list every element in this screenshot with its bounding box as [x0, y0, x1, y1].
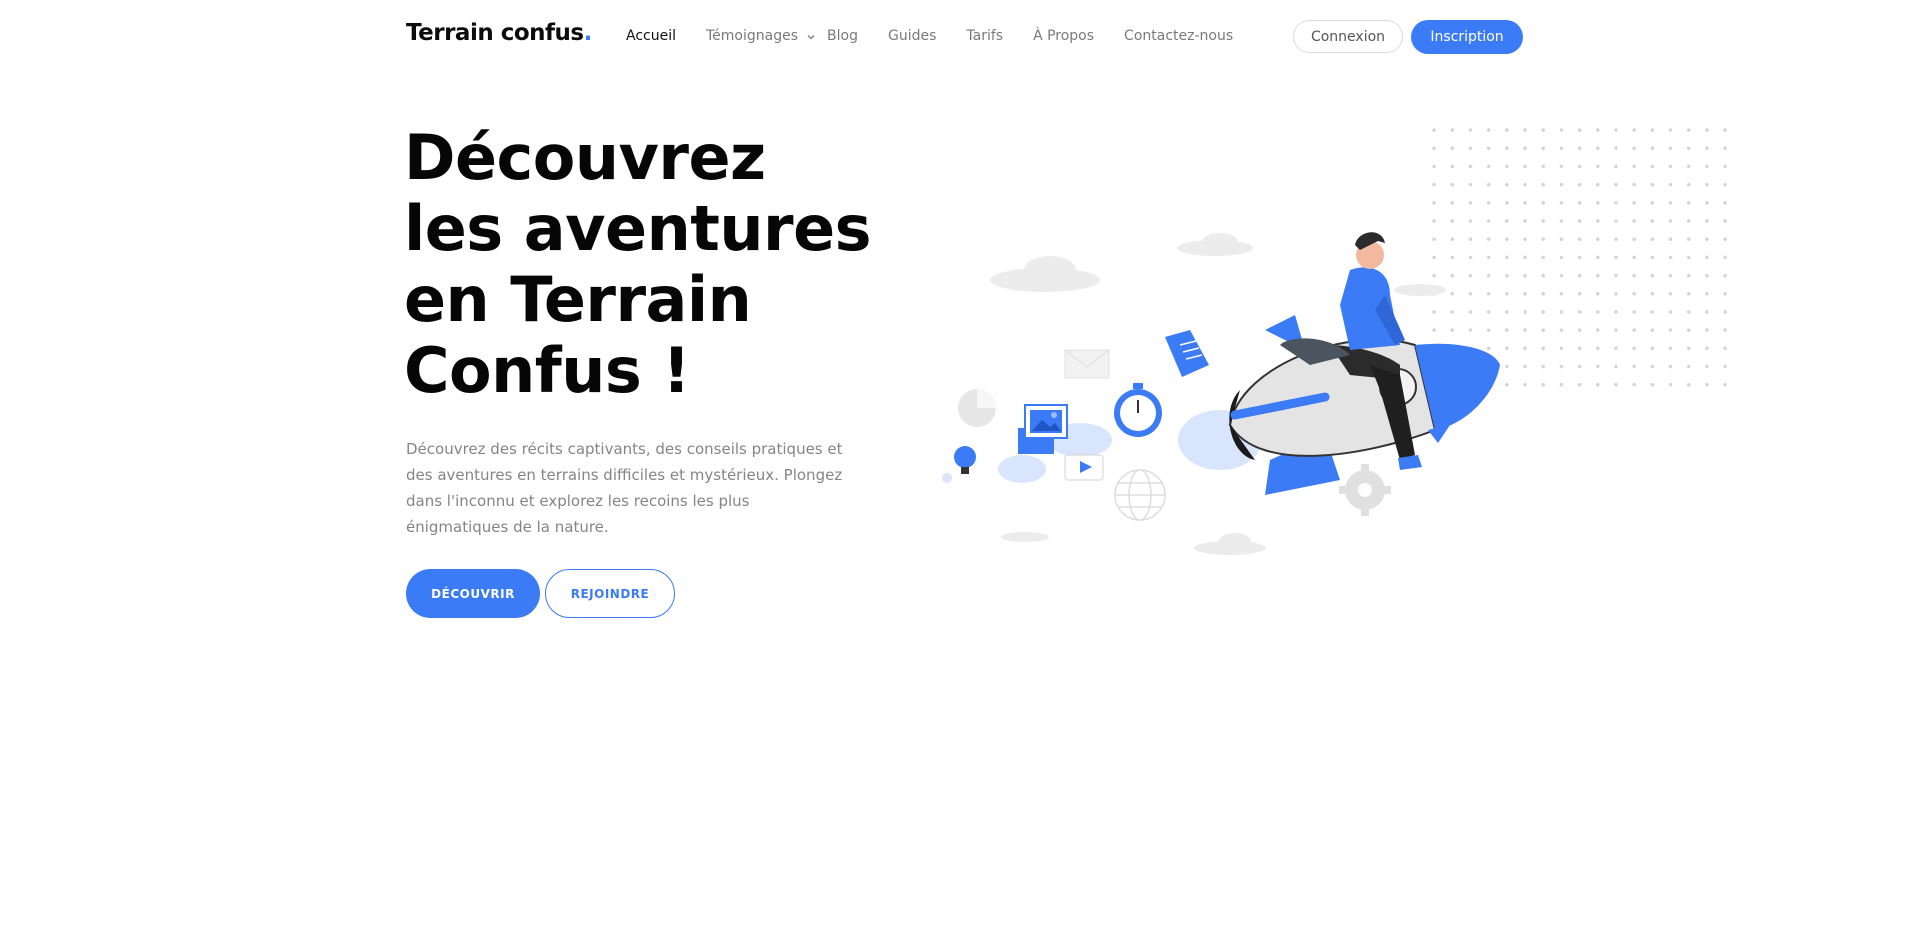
- nav-item-a-propos[interactable]: À Propos: [1033, 28, 1094, 44]
- rocket-illustration: [930, 215, 1510, 555]
- join-button[interactable]: REJOINDRE: [545, 569, 675, 618]
- stopwatch-icon: [1114, 383, 1162, 437]
- globe-icon: [1114, 469, 1166, 521]
- nav-item-temoignages[interactable]: Témoignages: [706, 28, 815, 44]
- nav-item-blog[interactable]: Blog: [827, 28, 858, 44]
- envelope-icon: [1064, 349, 1110, 379]
- chevron-down-icon: [807, 28, 815, 44]
- nav-item-accueil[interactable]: Accueil: [626, 28, 676, 44]
- main-nav: Accueil Témoignages Blog Guides Tarifs À…: [626, 28, 1263, 44]
- brand-dot: .: [583, 20, 593, 46]
- login-button[interactable]: Connexion: [1293, 20, 1403, 53]
- brand-name: Terrain confus: [406, 20, 584, 46]
- hero-description: Découvrez des récits captivants, des con…: [406, 440, 843, 536]
- document-icon: [1165, 330, 1209, 377]
- light-bulb-icon: [954, 446, 976, 474]
- hero-title-line: en Terrain: [404, 263, 752, 336]
- discover-button[interactable]: DÉCOUVRIR: [406, 569, 540, 618]
- nav-item-tarifs[interactable]: Tarifs: [966, 28, 1003, 44]
- nav-item-contact[interactable]: Contactez-nous: [1124, 28, 1233, 44]
- hero-title: Découvrez les aventures en Terrain Confu…: [404, 122, 884, 406]
- nav-item-guides[interactable]: Guides: [888, 28, 936, 44]
- navbar: Terrain confus. Accueil Témoignages Blog…: [0, 0, 1918, 76]
- gear-icon: [1339, 464, 1391, 516]
- pie-chart-icon: [958, 389, 996, 427]
- hero-title-line: Découvrez: [404, 121, 766, 194]
- brand-logo[interactable]: Terrain confus.: [406, 20, 592, 46]
- hero-title-line: Confus !: [404, 334, 691, 407]
- nav-item-temoignages-label: Témoignages: [706, 28, 799, 44]
- signup-button[interactable]: Inscription: [1411, 20, 1523, 54]
- hero-title-line: les aventures: [404, 192, 872, 265]
- video-icon: [1064, 454, 1104, 481]
